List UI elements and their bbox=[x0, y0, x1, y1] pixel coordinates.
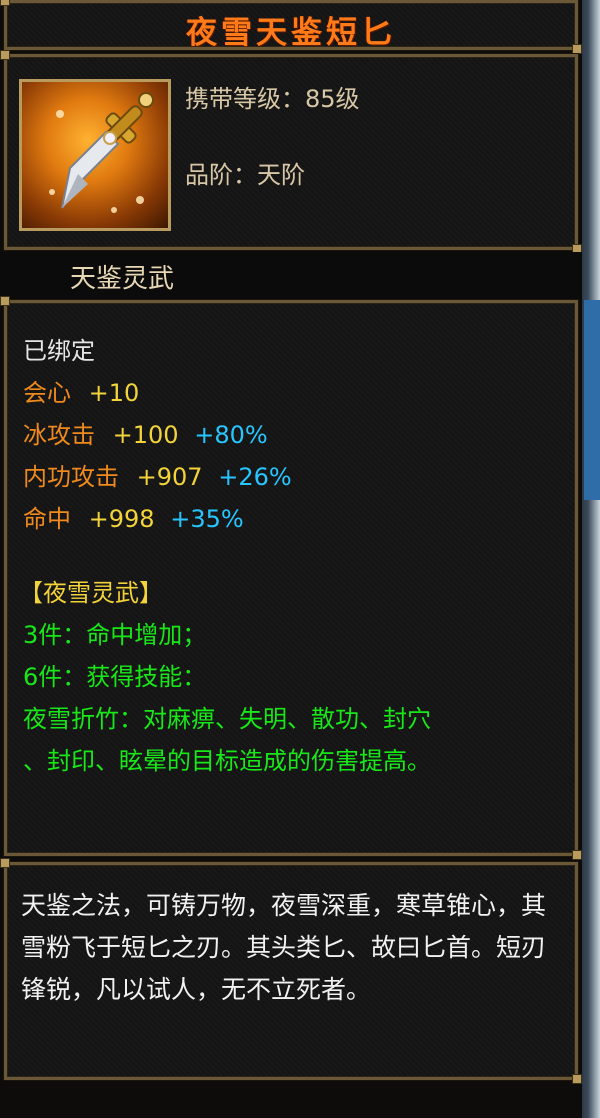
tooltip-bottom-edge bbox=[0, 1084, 582, 1118]
stat-base: +10 bbox=[88, 379, 140, 407]
stat-percent: +26% bbox=[218, 463, 292, 491]
stat-row: 会心 +10 bbox=[23, 373, 139, 408]
set-bonus-line: 6件：获得技能： bbox=[23, 663, 207, 691]
background-window-edge bbox=[580, 0, 600, 1118]
item-name: 夜雪天鉴短匕 bbox=[186, 15, 396, 51]
stat-base: +907 bbox=[136, 463, 203, 491]
bound-status: 已绑定 bbox=[23, 337, 95, 365]
set-bonus-line: 3件：命中增加； bbox=[23, 621, 207, 649]
title-bar: 夜雪天鉴短匕 bbox=[0, 0, 582, 54]
set-title: 【夜雪灵武】 bbox=[19, 579, 163, 607]
stat-base: +100 bbox=[112, 421, 179, 449]
item-type-row: 天鉴灵武 bbox=[0, 252, 582, 300]
stat-percent: +35% bbox=[170, 505, 244, 533]
item-tooltip: 夜雪天鉴短匕 携带等级：85级 品阶：天阶 天鉴灵武 已绑定 会心 +10 冰攻… bbox=[0, 0, 582, 1118]
stats-panel: 已绑定 会心 +10 冰攻击 +100 +80% 内功攻击 +907 +26% … bbox=[0, 296, 582, 860]
stat-name: 内功攻击 bbox=[23, 463, 119, 491]
item-grade: 品阶：天阶 bbox=[185, 155, 305, 190]
stat-name: 命中 bbox=[23, 505, 71, 533]
set-bonus-line: 、封印、眩晕的目标造成的伤害提高。 bbox=[23, 747, 431, 775]
stat-percent: +80% bbox=[194, 421, 268, 449]
stat-name: 冰攻击 bbox=[23, 421, 95, 449]
dagger-icon bbox=[19, 79, 171, 231]
carry-level-value: 85级 bbox=[305, 85, 360, 113]
carry-level-label: 携带等级： bbox=[185, 85, 305, 113]
item-type: 天鉴灵武 bbox=[70, 264, 175, 294]
item-description: 天鉴之法，可铸万物，夜雪深重，寒草锥心，其雪粉飞于短匕之刃。其头类匕、故曰匕首。… bbox=[21, 891, 547, 1004]
description-panel: 天鉴之法，可铸万物，夜雪深重，寒草锥心，其雪粉飞于短匕之刃。其头类匕、故曰匕首。… bbox=[0, 858, 582, 1084]
stat-row: 内功攻击 +907 +26% bbox=[23, 457, 292, 492]
set-bonus-line: 夜雪折竹：对麻痹、失明、散功、封穴 bbox=[23, 705, 431, 733]
stat-row: 命中 +998 +35% bbox=[23, 499, 244, 534]
grade-value: 天阶 bbox=[257, 161, 305, 189]
stat-base: +998 bbox=[88, 505, 155, 533]
stat-name: 会心 bbox=[23, 379, 71, 407]
item-header: 携带等级：85级 品阶：天阶 bbox=[0, 50, 582, 254]
stat-row: 冰攻击 +100 +80% bbox=[23, 415, 268, 450]
background-window-panel bbox=[584, 300, 600, 500]
carry-level: 携带等级：85级 bbox=[185, 79, 360, 114]
grade-label: 品阶： bbox=[185, 161, 257, 189]
